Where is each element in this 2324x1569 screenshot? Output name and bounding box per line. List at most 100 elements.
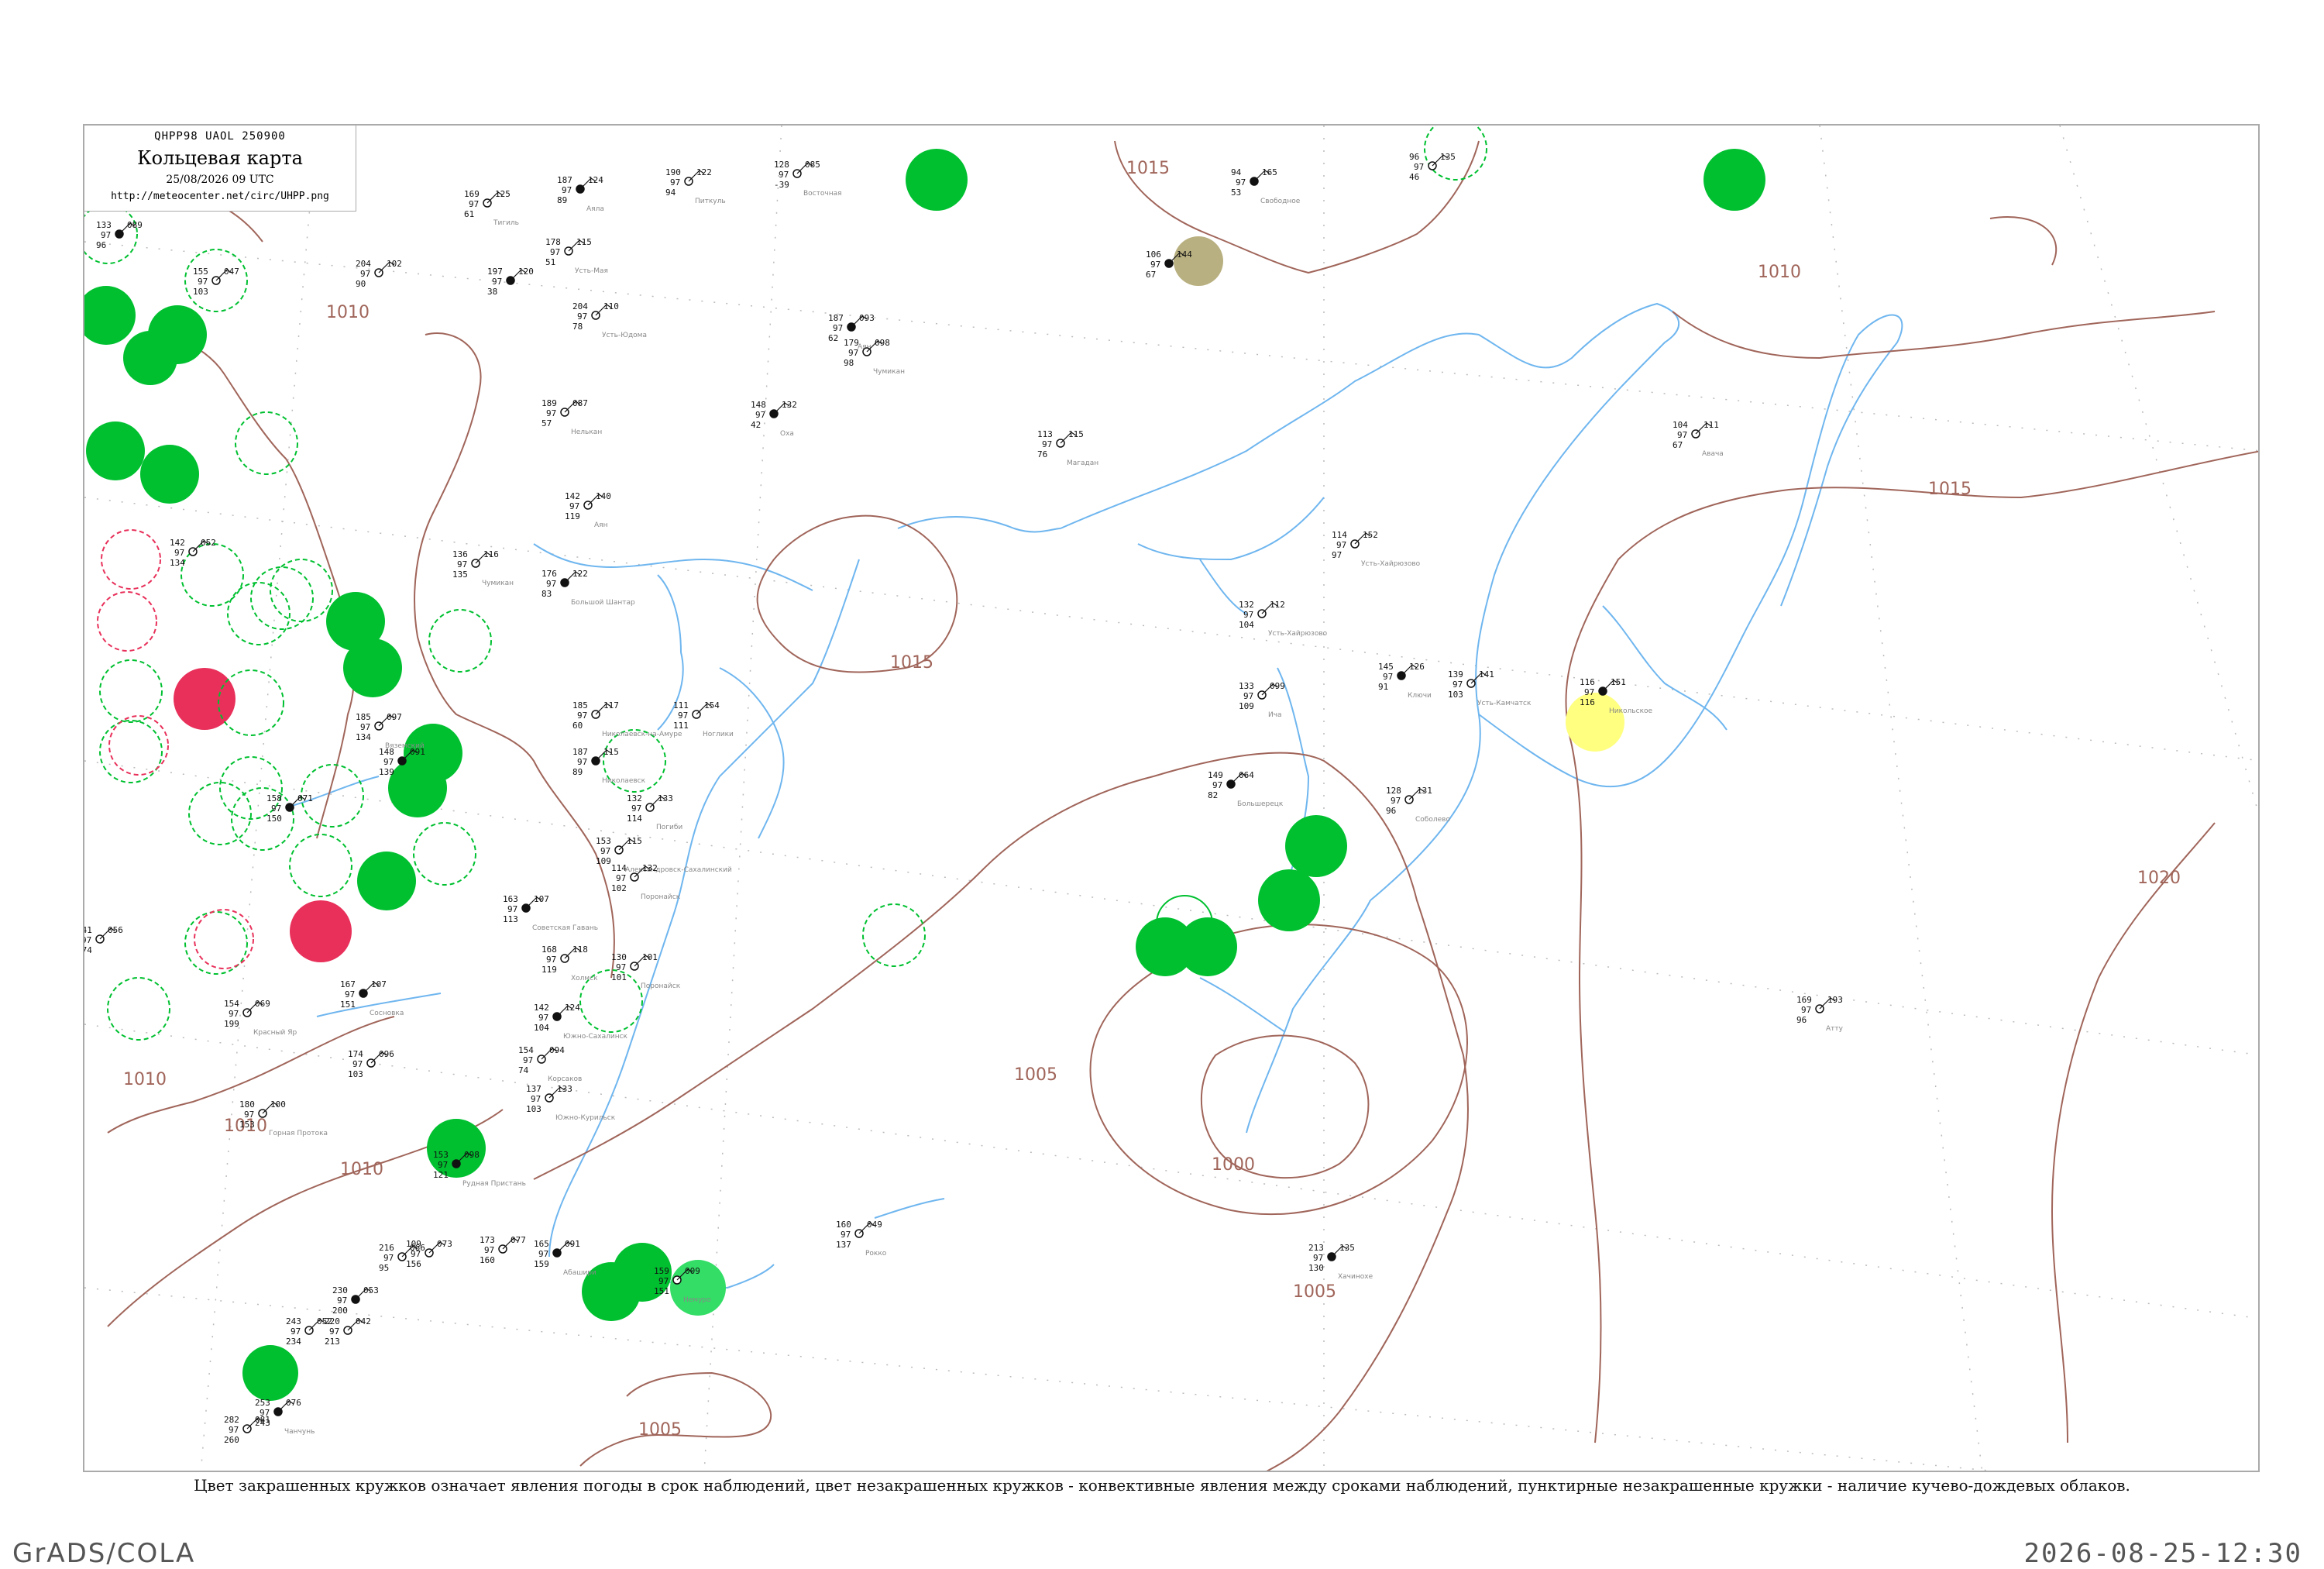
station-dewpoint: 102 — [611, 883, 627, 893]
station-code: 97 — [616, 873, 626, 883]
station-dewpoint: 103 — [526, 1104, 541, 1114]
station-code: 97 — [352, 1059, 363, 1069]
station-pressure: 047 — [224, 267, 239, 277]
station-code: 97 — [538, 1249, 548, 1259]
station-dewpoint: 199 — [224, 1019, 239, 1029]
station-temperature: 230 — [332, 1285, 348, 1295]
station-pressure: 076 — [286, 1398, 301, 1408]
station-pressure: 097 — [387, 712, 402, 722]
station-plot: 1789751 115 Усть-Мая — [545, 237, 608, 275]
station-code: 97 — [198, 277, 208, 287]
station-name: Аян — [594, 521, 608, 529]
station-plot: 24197174 056 — [84, 925, 123, 955]
station-temperature: 137 — [526, 1084, 541, 1094]
station-plot: 1879789 124 Аяла — [557, 175, 604, 213]
station-name: Питкуль — [695, 198, 726, 205]
station-temperature: 213 — [1308, 1243, 1324, 1253]
station-temperature: 159 — [654, 1266, 669, 1276]
station-temperature: 142 — [565, 491, 580, 501]
station-plot: 14297134 052 — [170, 538, 216, 568]
map-url[interactable]: http://meteocenter.net/circ/UHPP.png — [84, 191, 356, 202]
station-code: 97 — [562, 185, 572, 195]
station-code: 97 — [1452, 680, 1463, 690]
station-code: 97 — [360, 722, 370, 732]
station-dewpoint: 174 — [84, 945, 92, 955]
station-pressure: 085 — [805, 160, 820, 170]
station-plot: 13997103 141 Усть-Камчатск — [1448, 669, 1532, 707]
isobar-1010-ne2 — [1989, 216, 2058, 266]
isobar-label: 1005 — [638, 1420, 682, 1440]
station-pressure: 125 — [495, 189, 511, 199]
station-pressure: 120 — [518, 267, 534, 277]
station-pressure: 193 — [1827, 995, 1843, 1005]
grads-credit: GrADS/COLA — [12, 1538, 196, 1569]
station-plot: 1549774 094 Корсаков — [518, 1045, 582, 1083]
station-dewpoint: 150 — [266, 814, 282, 824]
station-code: 97 — [546, 955, 556, 965]
bulletin-code: QHPP98 UAOL 250900 — [154, 130, 286, 143]
station-pressure: 122 — [696, 167, 712, 177]
station-code: 97 — [244, 1110, 254, 1120]
station-dewpoint: 57 — [541, 418, 552, 428]
station-plot: 17397160 077 — [480, 1235, 526, 1265]
isobar-1010-ne — [1672, 311, 2216, 360]
station-temperature: 169 — [1796, 995, 1812, 1005]
station-dewpoint: 116 — [1580, 697, 1595, 707]
station-temperature: 158 — [266, 793, 282, 803]
station-name: Оха — [780, 430, 794, 438]
station-name: Усть-Камчатск — [1477, 700, 1532, 707]
station-dewpoint: 95 — [379, 1263, 389, 1273]
station-pressure: 071 — [297, 793, 313, 803]
station-plot: 15897150 071 — [266, 793, 313, 824]
station-plot: 16597159 091 Абашири — [534, 1239, 596, 1277]
station-code: 97 — [174, 548, 184, 558]
station-dewpoint: 76 — [1037, 449, 1047, 459]
station-pressure: 112 — [1270, 600, 1285, 610]
station-code: 97 — [616, 962, 626, 972]
convective-circles — [97, 529, 1213, 969]
station-name: Чумикан — [873, 368, 905, 376]
station-code: 97 — [755, 410, 765, 420]
station-plot: 1139776 115 Магадан — [1037, 429, 1098, 467]
station-dewpoint: 137 — [836, 1240, 851, 1250]
isobar-label: 1015 — [890, 653, 933, 673]
station-name: Нелькан — [571, 428, 602, 436]
station-temperature: 111 — [673, 700, 689, 711]
station-code: 97 — [1042, 439, 1052, 449]
station-code: 97 — [779, 170, 789, 180]
station-temperature: 174 — [348, 1049, 363, 1059]
station-pressure: 049 — [867, 1220, 882, 1230]
station-temperature: 94 — [1231, 167, 1242, 177]
station-name: Рудная Пристань — [462, 1180, 526, 1188]
station-temperature: 145 — [1378, 662, 1394, 672]
station-code: 97 — [1243, 691, 1253, 701]
station-name: Магадан — [1067, 459, 1098, 467]
station-pressure: 101 — [642, 952, 658, 962]
station-temperature: 243 — [286, 1316, 301, 1326]
station-pressure: 098 — [464, 1150, 480, 1160]
station-pressure: 141 — [1479, 669, 1494, 680]
map-title: Кольцевая карта — [137, 147, 303, 169]
station-code: 97 — [1150, 260, 1160, 270]
station-dewpoint: 89 — [557, 195, 567, 205]
station-name: Ключи — [1408, 692, 1432, 700]
station-dewpoint: 160 — [480, 1255, 495, 1265]
station-code: 97 — [600, 846, 610, 856]
station-temperature: 169 — [464, 189, 480, 199]
station-code: 97 — [438, 1160, 448, 1170]
station-temperature: 253 — [255, 1398, 270, 1408]
station-dewpoint: 109 — [1239, 701, 1254, 711]
station-plot: 17497103 096 — [348, 1049, 394, 1079]
station-temperature: 133 — [1239, 681, 1254, 691]
station-pressure: 081 — [255, 1415, 270, 1425]
station-plot: 23097200 053 — [332, 1285, 379, 1316]
station-pressure: 052 — [201, 538, 216, 548]
station-code: 97 — [833, 323, 843, 333]
station-pressure: 118 — [572, 944, 588, 955]
station-code: 97 — [569, 501, 579, 511]
station-plot: 1699761 125 Тигиль — [464, 189, 519, 227]
station-pressure: 152 — [1363, 530, 1378, 540]
station-name: Южно-Курильск — [555, 1114, 616, 1122]
station-pressure: 111 — [1703, 420, 1719, 430]
station-dewpoint: 82 — [1208, 790, 1218, 800]
